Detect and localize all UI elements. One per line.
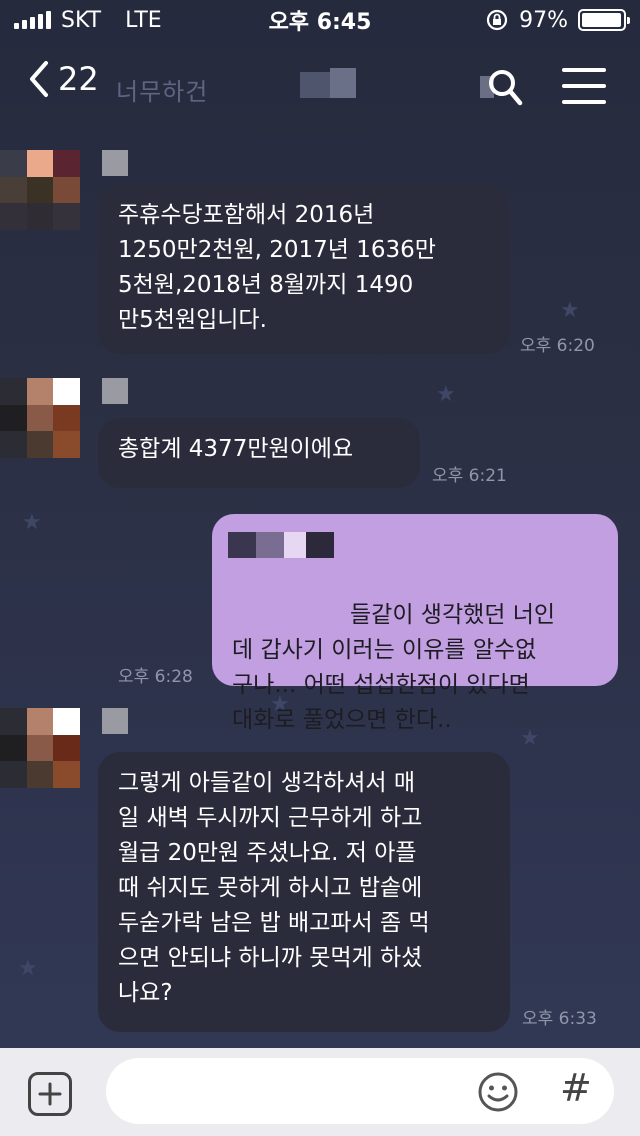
status-bar: SKT LTE 오후 6:45 97% — [0, 0, 640, 40]
plus-icon — [38, 1082, 62, 1106]
carrier-label: SKT — [61, 7, 102, 33]
search-button[interactable] — [478, 66, 528, 110]
message-time: 오후 6:33 — [522, 1009, 597, 1029]
input-bar: # — [0, 1048, 640, 1136]
back-button[interactable]: 22 — [28, 60, 99, 98]
sender-name-redaction — [102, 708, 128, 734]
message-time: 오후 6:21 — [432, 466, 507, 486]
chat-title: 너무하건 — [116, 78, 209, 106]
text-redaction — [256, 532, 284, 558]
avatar[interactable] — [0, 708, 80, 788]
menu-icon-line — [562, 68, 606, 72]
message-text: 들같이 생각했던 너인 데 갑사기 이러는 이유를 알수없 구나... 어떤 섭… — [232, 602, 556, 733]
hash-button[interactable]: # — [560, 1066, 592, 1110]
star-decoration: ★ — [18, 956, 38, 981]
title-redaction — [330, 68, 356, 98]
battery-percent: 97% — [519, 7, 568, 33]
avatar[interactable] — [0, 150, 80, 230]
star-decoration: ★ — [560, 298, 580, 323]
rotation-lock-icon — [486, 9, 508, 31]
menu-button[interactable] — [562, 68, 606, 104]
avatar[interactable] — [0, 378, 80, 458]
emoji-button[interactable] — [476, 1070, 520, 1114]
star-decoration: ★ — [436, 382, 456, 407]
nav-bar: 22 너무하건 — [0, 44, 640, 124]
message-input[interactable] — [106, 1058, 614, 1124]
plus-button[interactable] — [28, 1072, 72, 1116]
unread-count: 22 — [58, 60, 99, 98]
emoji-icon — [478, 1072, 518, 1112]
status-right: 97% — [485, 7, 630, 33]
text-redaction — [284, 532, 306, 558]
menu-icon-line — [562, 84, 606, 88]
chevron-left-icon — [30, 61, 48, 97]
star-decoration: ★ — [22, 510, 42, 535]
message-bubble[interactable]: 그렇게 아들같이 생각하셔서 매 일 새벽 두시까지 근무하게 하고 월급 20… — [98, 752, 510, 1032]
message-bubble[interactable]: 주휴수당포함해서 2016년 1250만2천원, 2017년 1636만 5천원… — [98, 184, 510, 354]
menu-icon-line — [562, 100, 606, 104]
battery-fill — [582, 13, 621, 27]
search-icon — [480, 70, 523, 106]
message-bubble[interactable]: 총합계 4377만원이에요 — [98, 418, 420, 488]
signal-icon — [14, 11, 51, 29]
status-left: SKT LTE — [14, 8, 162, 33]
text-redaction — [228, 532, 256, 558]
battery-icon — [578, 9, 630, 31]
text-redaction — [306, 532, 334, 558]
message-time: 오후 6:28 — [118, 667, 193, 687]
sender-name-redaction — [102, 150, 128, 176]
network-label: LTE — [125, 7, 162, 33]
message-time: 오후 6:20 — [520, 336, 595, 356]
sender-name-redaction — [102, 378, 128, 404]
